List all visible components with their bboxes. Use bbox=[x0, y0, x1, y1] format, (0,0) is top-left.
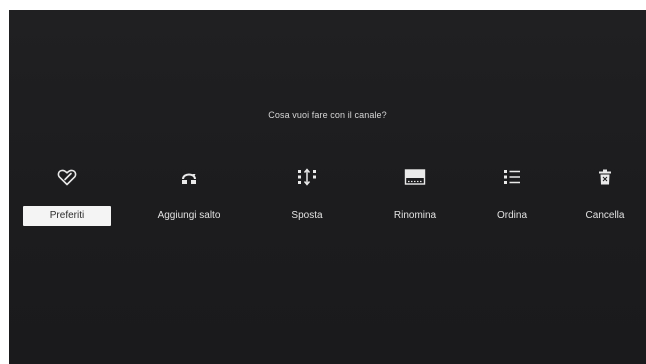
tv-screen: Cosa vuoi fare con il canale? Preferiti bbox=[9, 10, 646, 364]
action-sposta[interactable]: Sposta bbox=[253, 166, 361, 228]
rename-icon bbox=[361, 166, 469, 188]
action-aggiungi-salto[interactable]: Aggiungi salto bbox=[135, 166, 243, 228]
channel-actions-row: Preferiti Aggiungi salto Sposta Rinomina… bbox=[9, 166, 646, 228]
action-label: Preferiti bbox=[23, 206, 111, 226]
action-rinomina[interactable]: Rinomina bbox=[361, 166, 469, 228]
action-label: Ordina bbox=[496, 210, 527, 221]
action-ordina[interactable]: Ordina bbox=[458, 166, 566, 228]
move-icon bbox=[253, 166, 361, 188]
action-label: Cancella bbox=[585, 210, 625, 221]
action-label: Aggiungi salto bbox=[157, 210, 221, 221]
dialog-prompt: Cosa vuoi fare con il canale? bbox=[268, 110, 387, 120]
favorite-tag-icon bbox=[13, 166, 121, 188]
action-cancella[interactable]: Cancella bbox=[551, 166, 646, 228]
sort-list-icon bbox=[458, 166, 566, 188]
action-label: Rinomina bbox=[393, 210, 437, 221]
action-preferiti[interactable]: Preferiti bbox=[13, 166, 121, 228]
action-label: Sposta bbox=[291, 210, 323, 221]
add-skip-icon bbox=[135, 166, 243, 188]
trash-icon bbox=[551, 166, 646, 188]
